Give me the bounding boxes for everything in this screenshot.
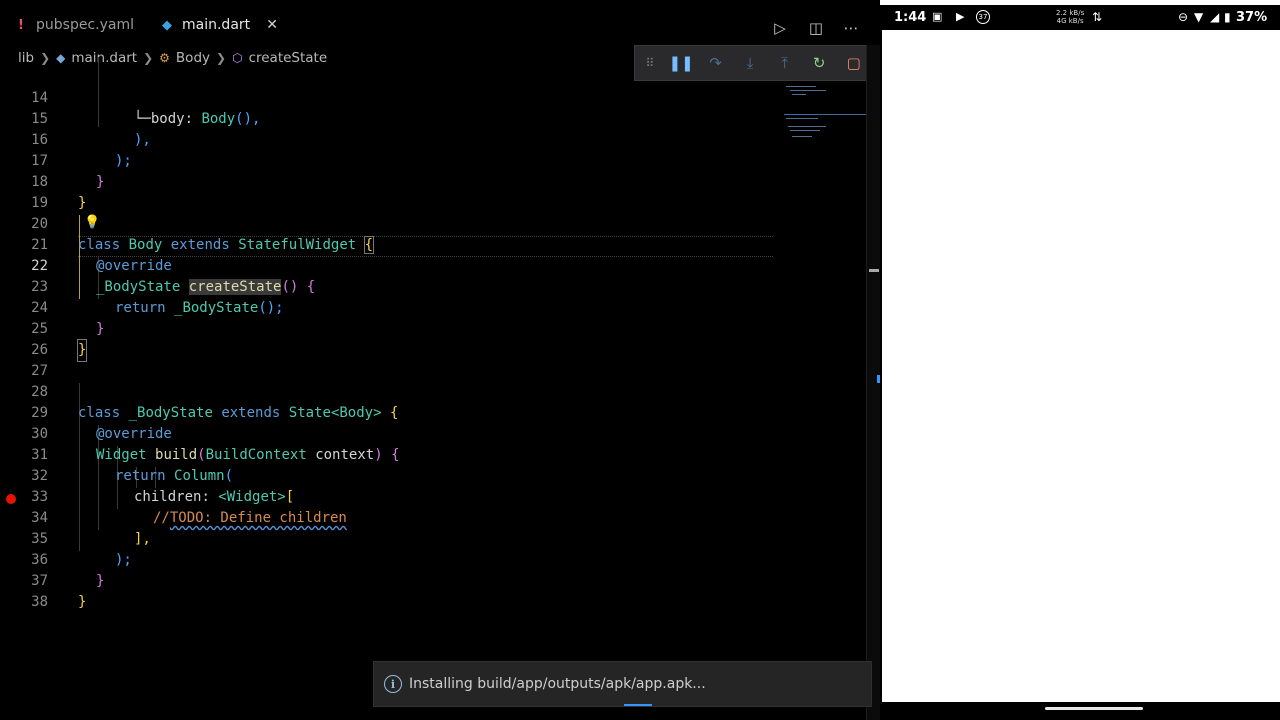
restart-icon[interactable]: ↻ (802, 46, 837, 80)
code-line: 17 } (0, 130, 865, 190)
code-line: 23 return _BodyState(); (0, 256, 865, 316)
split-editor-icon[interactable]: ◫ (806, 19, 826, 37)
code-editor: ! pubspec.yaml ◆ main.dart ✕ ▷ ◫ ⋯ lib ❯… (0, 0, 880, 720)
close-icon[interactable]: ✕ (266, 17, 278, 33)
chevron-right-icon: ❯ (40, 51, 51, 65)
code-line: 36 } (0, 529, 865, 589)
phone-emulator: 1:44 ▣ ▶ 37 2.2 kB/s 4G kB/s ⇅ ⊖ ▼ ◢ ▮ 3… (880, 5, 1280, 720)
info-icon: i (384, 675, 402, 693)
tab-label: main.dart (182, 17, 251, 33)
tab-pubspec-yaml[interactable]: ! pubspec.yaml (14, 5, 159, 45)
code-line: 30 Widget build(BuildContext context) { (0, 403, 865, 463)
scrollbar[interactable] (866, 45, 880, 720)
network-speed: 2.2 kB/s 4G kB/s (1056, 9, 1085, 25)
code-line: 26 (0, 319, 865, 358)
code-line: 19 (0, 172, 865, 211)
code-line: 34 ], (0, 487, 865, 547)
status-bar: 1:44 ▣ ▶ 37 2.2 kB/s 4G kB/s ⇅ ⊖ ▼ ◢ ▮ 3… (880, 5, 1280, 30)
breadcrumb-item-class[interactable]: Body (176, 50, 210, 66)
code-line: 18 } (0, 151, 865, 211)
code-line: 15 ), (0, 88, 865, 148)
breadcrumb-item-file[interactable]: main.dart (71, 50, 137, 66)
battery-percent: 37% (1236, 10, 1268, 25)
notification-text: Installing build/app/outputs/apk/app.apk… (409, 676, 706, 692)
dart-icon: ◆ (162, 17, 172, 33)
method-icon: ⬡ (232, 51, 243, 65)
code-line: 38 (0, 571, 865, 610)
code-line: 32 children: <Widget>[ (0, 445, 865, 505)
dart-icon: ◆ (56, 51, 66, 65)
code-line: 22 _BodyState createState() { (0, 235, 865, 295)
code-line: 35 ); (0, 508, 865, 568)
do-not-disturb-icon: ⊖ (1178, 10, 1189, 24)
minimap[interactable] (782, 84, 868, 154)
app-screen[interactable] (882, 30, 1280, 702)
code-line: 28 class _BodyState extends State<Body> … (0, 361, 865, 421)
battery-icon: ▮ (1224, 10, 1231, 24)
run-icon[interactable]: ▷ (770, 19, 790, 37)
step-over-icon[interactable]: ↷ (698, 46, 733, 80)
step-out-icon[interactable]: ⤒ (767, 46, 802, 80)
tab-main-dart[interactable]: ◆ main.dart ✕ (160, 5, 290, 45)
home-indicator[interactable] (1045, 707, 1143, 710)
data-arrows-icon: ⇅ (1092, 10, 1103, 24)
breadcrumb-item-method[interactable]: createState (249, 50, 328, 66)
yaml-exclamation-icon: ! (18, 17, 24, 33)
notification-count-icon: 37 (976, 10, 990, 24)
play-icon: ▶ (956, 10, 965, 23)
code-line: 21 @override (0, 214, 865, 274)
code-line: 20 class Body extends StatefulWidget { (0, 193, 865, 254)
sim-icon: ▣ (932, 10, 943, 23)
progress-indicator (624, 704, 652, 706)
code-line: 16 ); (0, 109, 865, 169)
pause-icon[interactable]: ❚❚ (664, 46, 699, 80)
signal-icon: ◢ (1210, 10, 1220, 24)
class-icon: ⚙ (159, 51, 170, 65)
more-actions-icon[interactable]: ⋯ (841, 19, 861, 37)
wifi-icon: ▼ (1194, 10, 1204, 24)
chevron-right-icon: ❯ (216, 51, 227, 65)
line-number: 38 (31, 594, 48, 610)
code-line: 29 @override (0, 382, 865, 442)
step-into-icon[interactable]: ⤓ (733, 46, 768, 80)
code-line: 31 return Column( (0, 424, 865, 484)
code-line: 25 } (0, 298, 865, 362)
code-line: 27 (0, 340, 865, 379)
breadcrumb-item-lib[interactable]: lib (18, 50, 34, 66)
notification-toast[interactable]: i Installing build/app/outputs/apk/app.a… (373, 661, 872, 707)
tab-bar: ! pubspec.yaml ◆ main.dart ✕ ▷ ◫ ⋯ (0, 5, 880, 45)
tab-label: pubspec.yaml (36, 17, 134, 33)
debug-toolbar: ⠿ ❚❚ ↷ ⤓ ⤒ ↻ ▢ (634, 45, 872, 81)
clock: 1:44 (894, 10, 927, 25)
code-line: 37 } (0, 550, 865, 610)
drag-grip-icon[interactable]: ⠿ (635, 46, 664, 80)
code-line: 24 } (0, 277, 865, 337)
code-line: 33 //TODO: Define children (0, 466, 865, 526)
chevron-right-icon: ❯ (143, 51, 154, 65)
